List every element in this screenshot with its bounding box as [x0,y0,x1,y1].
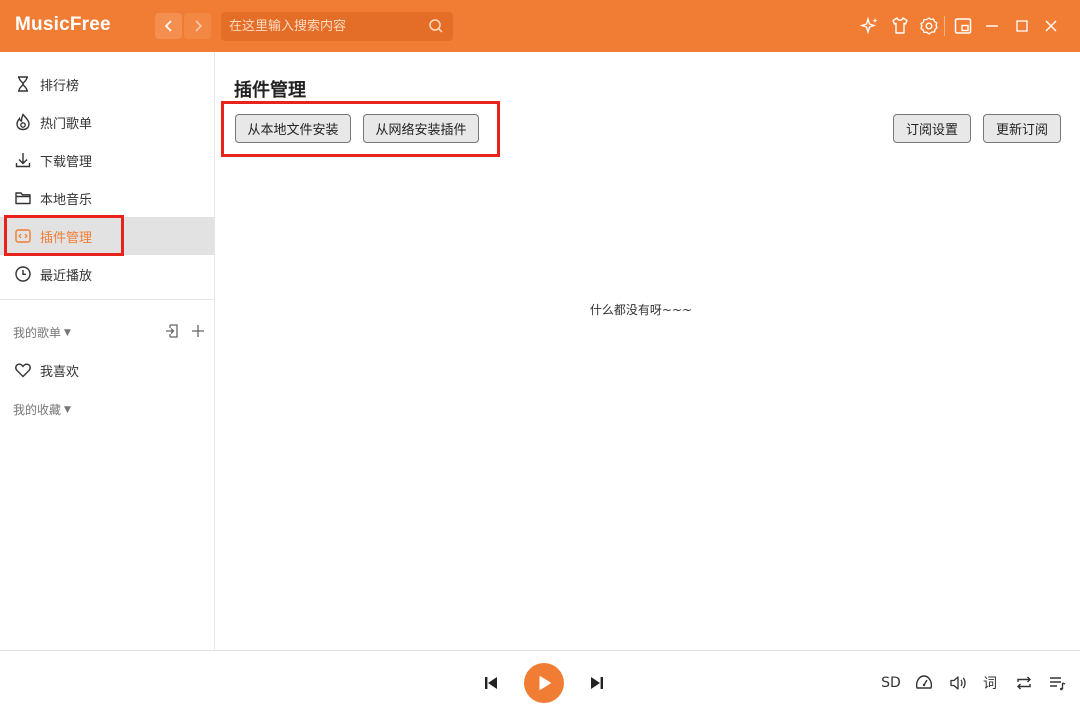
chevron-right-icon [194,20,202,32]
sidebar-item-label: 排行榜 [40,78,80,94]
repeat-icon[interactable] [1012,671,1036,695]
my-collections-toggle[interactable]: 我的收藏 ▼ [13,401,71,418]
close-icon[interactable] [1040,15,1062,37]
my-playlists-label: 我的歌单 [13,326,62,340]
install-from-network-button[interactable]: 从网络安装插件 [363,114,479,143]
lyric-button[interactable]: 词 [979,672,1001,694]
empty-state-text: 什么都没有呀~~~ [589,303,693,317]
sidebar-divider [0,299,214,300]
minimode-icon[interactable] [952,15,974,37]
search-box[interactable] [221,12,453,41]
sidebar-item-recent[interactable]: 最近播放 [0,255,214,293]
sidebar-item-plugins[interactable]: 插件管理 [0,217,214,255]
install-from-local-button[interactable]: 从本地文件安装 [235,114,351,143]
app-logo: MusicFree [15,14,111,35]
clock-icon [13,264,33,284]
quality-button[interactable]: SD [879,673,903,693]
sidebar-item-hot-playlists[interactable]: 热门歌单 [0,103,214,141]
hourglass-icon [13,74,33,94]
sidebar-item-downloads[interactable]: 下载管理 [0,141,214,179]
back-button[interactable] [155,13,182,39]
tshirt-icon[interactable] [889,15,911,37]
update-subscription-button[interactable]: 更新订阅 [983,114,1061,143]
sidebar-item-charts[interactable]: 排行榜 [0,65,214,103]
minimize-icon[interactable] [981,15,1003,37]
download-icon [13,150,33,170]
subscription-settings-button[interactable]: 订阅设置 [893,114,971,143]
import-icon[interactable] [164,323,180,343]
volume-icon[interactable] [946,671,970,695]
sidebar: 排行榜 热门歌单 下载管理 本地音乐 插件管理 最近播放 我的歌单 ▼ 我喜欢 … [0,52,215,650]
gear-icon[interactable] [918,15,940,37]
playlist-icon[interactable] [1045,671,1069,695]
sparkle-icon[interactable] [859,15,881,37]
my-playlists-toggle[interactable]: 我的歌单 ▼ [13,324,71,341]
sidebar-item-label: 热门歌单 [40,116,93,132]
add-icon[interactable] [190,323,206,343]
previous-icon[interactable] [479,671,503,695]
folder-icon [13,188,33,208]
play-button[interactable] [524,663,564,703]
sidebar-item-label: 最近播放 [40,268,93,284]
page-title: 插件管理 [234,80,306,101]
play-icon [539,676,551,690]
main-content: 插件管理 从本地文件安装 从网络安装插件 订阅设置 更新订阅 什么都没有呀~~~ [216,52,1080,650]
maximize-icon[interactable] [1011,15,1033,37]
speed-icon[interactable] [912,671,936,695]
caret-down-icon: ▼ [64,404,71,415]
my-collections-label: 我的收藏 [13,403,62,417]
sidebar-item-favorites[interactable]: 我喜欢 [0,351,214,389]
heart-icon [13,360,33,380]
caret-down-icon: ▼ [64,327,71,338]
title-bar: MusicFree [0,0,1080,52]
plugin-icon [13,226,33,246]
next-icon[interactable] [585,671,609,695]
fire-icon [13,112,33,132]
search-icon[interactable] [428,18,444,38]
player-bar: SD 词 [0,650,1080,713]
sidebar-item-label: 我喜欢 [40,364,80,380]
titlebar-divider [944,16,945,36]
sidebar-item-label: 本地音乐 [40,192,93,208]
sidebar-item-label: 插件管理 [40,230,93,246]
sidebar-item-local-music[interactable]: 本地音乐 [0,179,214,217]
sidebar-item-label: 下载管理 [40,154,93,170]
forward-button[interactable] [184,13,211,39]
search-input[interactable] [229,19,425,34]
playlist-actions [164,323,206,343]
chevron-left-icon [164,20,172,32]
